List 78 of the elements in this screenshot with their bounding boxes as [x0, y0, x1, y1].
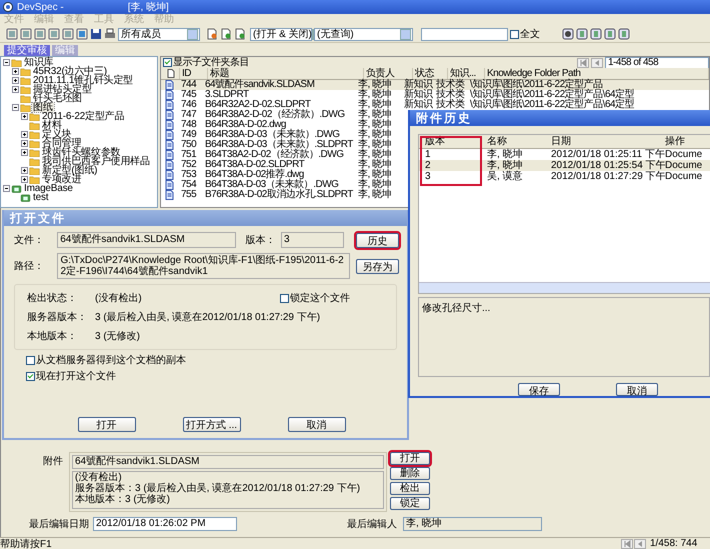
table-cell-text: 3.SLDPRT [205, 90, 250, 100]
path-label: 路径： [14, 260, 45, 273]
info-line: 本地版本：3 (无修改) [75, 494, 171, 505]
table-cell-text: B64T38A-D-02推荐.dwg [205, 170, 305, 180]
attachment-label: 附件 [42, 455, 64, 468]
table-cell-text: 李, 晓坤 [358, 190, 392, 200]
table-cell-text: 新知识 [404, 80, 434, 90]
version-label: 版本： [246, 234, 277, 247]
table-cell-text: 755 [180, 190, 198, 200]
table-cell-text: 新知识 [404, 100, 434, 110]
table-cell-text: 吴, 谟意 [487, 171, 524, 182]
table-cell: 2012/01/18 01:25:11 下午 [551, 149, 665, 160]
table-cell-text: \知识库\图纸\2011-6-22定型产品\64定型 [470, 90, 636, 100]
table-cell-text: B64R38A-D-03（未来款）.SLDPRT [205, 140, 354, 150]
table-cell-text: 3 [424, 171, 432, 182]
table-cell-text: 744 [180, 80, 198, 90]
table-cell-text: 技术类 [436, 80, 466, 90]
table-cell-text: 李, 晓坤 [358, 180, 392, 190]
status-value: 3 (最后检入由吴, 谟意在2012/01/18 01:27:29 下午) [95, 310, 320, 324]
table-cell-text: 技术类 [436, 100, 466, 110]
table-cell-text: 李, 晓坤 [358, 150, 392, 160]
table-cell-text: B76R38A-D-02取消边水孔.SLDPRT [205, 190, 354, 200]
table-cell-text: 753 [180, 170, 198, 180]
table-cell-text: Docume [665, 171, 704, 182]
table-cell-text: 749 [180, 130, 198, 140]
table-cell-text: 64號配件sandvik.SLDASM [205, 80, 316, 90]
table-cell-text: 李, 晓坤 [358, 80, 392, 90]
table-cell-text: 李, 晓坤 [358, 140, 392, 150]
status-label: 检出状态： [27, 292, 78, 305]
dialog-title: 附件历史 [410, 110, 710, 126]
window-title: DevSpec - [17, 2, 64, 12]
status-label: 本地版本： [27, 330, 78, 343]
table-cell: 2012/01/18 01:27:29 下午 [551, 171, 665, 182]
table-cell-text: \知识库\图纸\2011-6-22定型产品 [470, 80, 603, 90]
table-cell-text: 李, 晓坤 [358, 130, 392, 140]
table-cell-text: B64T38A-D-02.SLDPRT [205, 160, 306, 170]
info-line: 服务器版本：3 (最后检入由吴, 谟意在2012/01/18 01:27:29 下午) [75, 483, 362, 494]
table-cell-text: 2 [424, 160, 432, 171]
table-cell-text: B64R38A2-D-02（经济款）.DWG [205, 110, 346, 120]
table-cell-text: B64R38A-D-02.dwg [205, 120, 286, 130]
table-cell-text: Docume [665, 149, 704, 160]
status-help: 帮助请按F1 [0, 538, 52, 549]
status-label: 服务器版本： [27, 310, 88, 324]
table-cell-text: 752 [180, 160, 198, 170]
table-cell-text: 746 [180, 100, 198, 110]
table-cell-text: 751 [180, 150, 198, 160]
table-cell-text: 747 [180, 110, 198, 120]
last-editor-label: 最后编辑人 [346, 518, 398, 531]
table-cell-text: 750 [180, 140, 198, 150]
table-cell-text: B64R32A2-D-02.SLDPRT [205, 100, 312, 110]
table-cell-text: 李, 晓坤 [487, 160, 524, 171]
info-line: (没有检出) [75, 472, 122, 483]
file-label: 文件： [14, 234, 45, 247]
table-cell-text: 李, 晓坤 [487, 149, 524, 160]
table-cell-text: B64T38A2-D-02（经济款）.DWG [205, 150, 344, 160]
table-cell-text: \知识库\图纸\2011-6-22定型产品\64定型 [470, 100, 636, 110]
status-value: 3 (无修改) [95, 330, 140, 343]
table-cell-text: 技术类 [436, 90, 466, 100]
table-cell-text: B64R38A-D-03（未来款）.DWG [205, 130, 341, 140]
table-cell-text: 754 [180, 180, 198, 190]
table-cell-text: B64T38A-D-03（未来款）.DWG [205, 180, 340, 190]
table-cell-text: 李, 晓坤 [358, 120, 392, 130]
table-cell-text: 745 [180, 90, 198, 100]
table-cell-text: 748 [180, 120, 198, 130]
dialog-title: 打开文件 [4, 210, 407, 226]
table-cell: 2012/01/18 01:25:54 下午 [551, 160, 665, 171]
record-position: 1/458: 744 [649, 538, 698, 549]
table-cell-text: Docume [665, 160, 704, 171]
table-cell-text: 李, 晓坤 [358, 170, 392, 180]
last-edit-date-label: 最后编辑日期 [28, 518, 90, 531]
status-value: (没有检出) [95, 292, 142, 305]
table-cell-text: 李, 晓坤 [358, 160, 392, 170]
table-cell-text: 李, 晓坤 [358, 110, 392, 120]
window-user: [李, 晓坤] [128, 0, 169, 14]
table-cell-text: 李, 晓坤 [358, 90, 392, 100]
table-cell-text: 李, 晓坤 [358, 100, 392, 110]
table-cell-text: 新知识 [404, 90, 434, 100]
table-cell-text: 1 [424, 149, 432, 160]
